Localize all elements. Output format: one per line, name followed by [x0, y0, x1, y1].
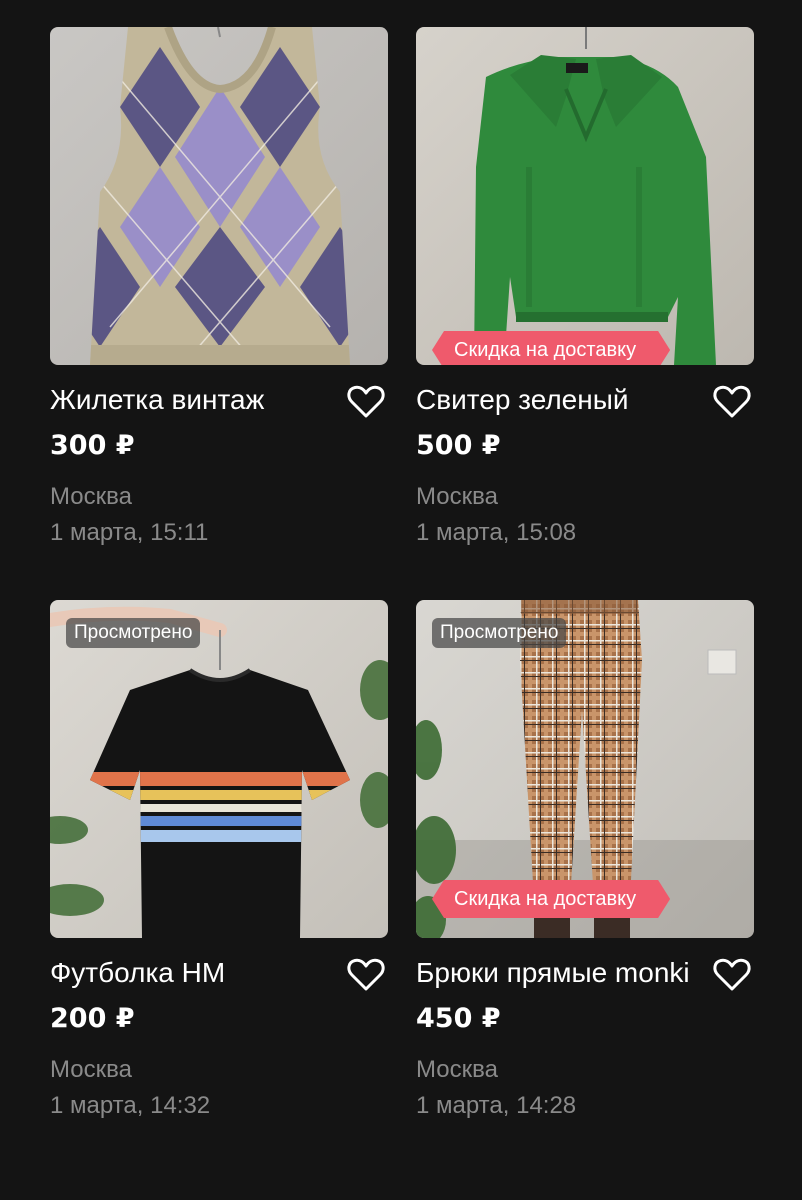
listing-photo[interactable]	[50, 27, 388, 365]
argyle-vest-photo	[50, 27, 388, 365]
listing-date: 1 марта, 14:28	[416, 1092, 577, 1119]
listings-grid: Жилетка винтаж 300 ₽ Москва 1 марта, 15:…	[0, 0, 802, 1200]
listing-title[interactable]: Футболка HM	[50, 952, 332, 994]
listing-city: Москва	[416, 483, 498, 510]
listing-photo[interactable]: Скидка на доставку	[416, 27, 754, 365]
listing-title[interactable]: Свитер зеленый	[416, 379, 698, 421]
viewed-badge: Просмотрено	[432, 618, 567, 648]
delivery-discount-badge: Скидка на доставку	[432, 331, 670, 365]
listing-photo[interactable]: Просмотрено	[50, 600, 388, 938]
listing-date: 1 марта, 15:08	[416, 519, 577, 546]
listing-photo[interactable]: Просмотрено Скидка на доставку	[416, 600, 754, 938]
viewed-badge: Просмотрено	[66, 618, 201, 648]
green-sweater-photo	[416, 27, 754, 365]
listing-city: Москва	[50, 483, 132, 510]
listing-price: 450 ₽	[416, 1003, 501, 1034]
delivery-discount-badge: Скидка на доставку	[432, 880, 670, 918]
heart-outline-icon[interactable]	[344, 379, 388, 423]
listing-card[interactable]: Жилетка винтаж 300 ₽ Москва 1 марта, 15:…	[50, 27, 388, 551]
heart-outline-icon[interactable]	[344, 952, 388, 996]
heart-outline-icon[interactable]	[710, 379, 754, 423]
listing-card[interactable]: Просмотрено Футболка HM 200 ₽ Москва 1 м…	[50, 600, 388, 1124]
listing-date: 1 марта, 14:32	[50, 1092, 211, 1119]
listing-price: 500 ₽	[416, 430, 501, 461]
listing-card[interactable]: Скидка на доставку Свитер зеленый 500 ₽ …	[416, 27, 754, 551]
listing-price: 200 ₽	[50, 1003, 135, 1034]
listing-price: 300 ₽	[50, 430, 135, 461]
listing-title[interactable]: Брюки прямые monki	[416, 952, 698, 994]
listing-date: 1 марта, 15:11	[50, 519, 209, 546]
listing-title[interactable]: Жилетка винтаж	[50, 379, 332, 421]
heart-outline-icon[interactable]	[710, 952, 754, 996]
listing-city: Москва	[416, 1056, 498, 1083]
listing-city: Москва	[50, 1056, 132, 1083]
striped-tshirt-photo	[50, 600, 388, 938]
listing-card[interactable]: Просмотрено Скидка на доставку Брюки пря…	[416, 600, 754, 1124]
